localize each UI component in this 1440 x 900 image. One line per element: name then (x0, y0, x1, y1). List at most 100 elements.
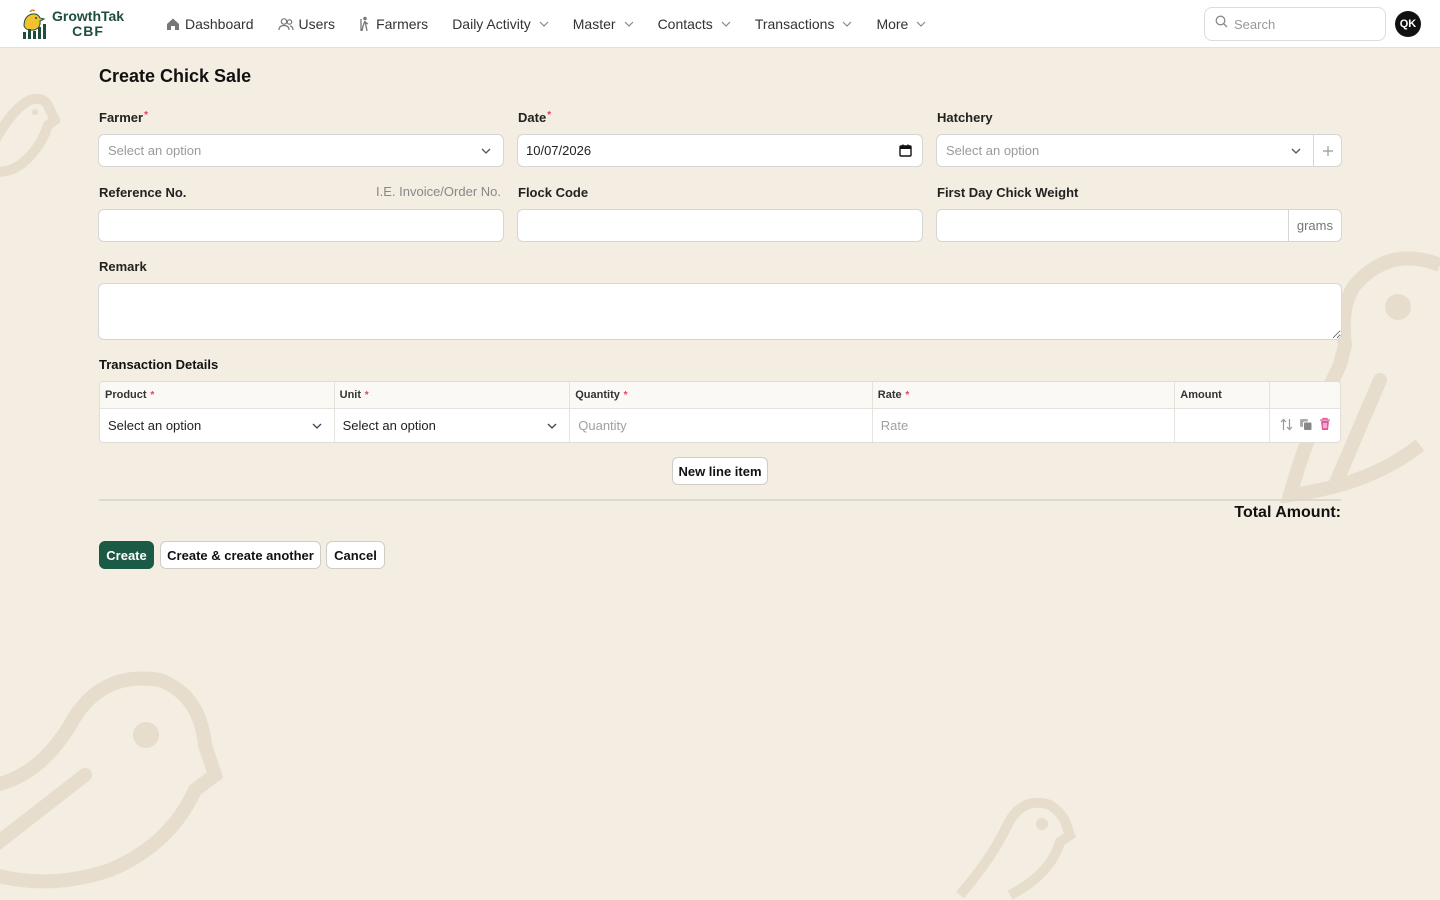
hatchery-label: Hatchery (937, 110, 993, 125)
unit-select[interactable]: Select an option (335, 409, 571, 442)
table-row: Select an option Select an option Quanti… (100, 409, 1340, 442)
nav-item-contacts[interactable]: Contacts (646, 8, 743, 40)
column-header-product: Product * (100, 382, 335, 408)
flock-code-label: Flock Code (518, 185, 589, 200)
column-label: Unit (339, 389, 362, 401)
chevron-down-icon (624, 21, 634, 27)
farmer-select-placeholder: Select an option (108, 143, 202, 158)
search-input[interactable] (1234, 16, 1374, 32)
chick-weight-input[interactable]: grams (936, 209, 1342, 242)
delete-icon[interactable] (1319, 417, 1331, 434)
background-bird-illustration (956, 797, 1077, 900)
background-bird-illustration (0, 671, 224, 889)
nav-item-label: Master (572, 15, 616, 32)
column-header-rate: Rate * (873, 382, 1176, 408)
column-header-amount: Amount (1175, 382, 1271, 408)
column-label: Quantity (575, 389, 620, 401)
column-header-actions (1270, 382, 1340, 408)
home-icon (166, 17, 180, 31)
new-line-item-button[interactable]: New line item (672, 457, 768, 485)
column-label: Amount (1180, 389, 1222, 401)
nav-item-label: Dashboard (185, 15, 254, 32)
remark-label: Remark (99, 259, 147, 274)
cancel-button[interactable]: Cancel (326, 541, 385, 569)
create-and-create-another-button[interactable]: Create & create another (160, 541, 321, 569)
required-indicator: * (547, 110, 552, 121)
page-title: Create Chick Sale (99, 66, 252, 86)
reference-label: Reference No. (99, 185, 187, 200)
quantity-placeholder: Quantity (578, 418, 627, 433)
rate-input[interactable]: Rate (873, 409, 1176, 442)
top-navigation-bar: GrowthTak CBF Dashboard Users Farmers Da… (0, 0, 1440, 48)
column-label: Rate (877, 389, 902, 401)
chevron-down-icon (916, 21, 926, 27)
brand-subtitle: CBF (72, 22, 104, 39)
total-divider (99, 499, 1341, 501)
reference-input[interactable] (98, 209, 504, 242)
date-label-text: Date (518, 110, 547, 125)
required-indicator: * (620, 389, 628, 401)
farmer-label: Farmer* (99, 110, 148, 125)
create-button[interactable]: Create (99, 541, 154, 569)
hatchery-select[interactable]: Select an option (936, 134, 1342, 167)
farmer-label-text: Farmer (99, 110, 144, 125)
nav-item-more[interactable]: More (864, 8, 938, 40)
flock-code-input[interactable] (517, 209, 923, 242)
rate-placeholder: Rate (880, 418, 909, 433)
search-icon (1215, 15, 1228, 33)
date-label: Date* (518, 110, 551, 125)
add-hatchery-button[interactable] (1313, 135, 1341, 166)
background-bird-illustration (0, 93, 60, 177)
global-search[interactable] (1204, 7, 1386, 41)
nav-item-label: Contacts (657, 15, 713, 32)
nav-item-transactions[interactable]: Transactions (743, 8, 865, 40)
table-header: Product * Unit * Quantity * Rate * Amoun… (100, 382, 1340, 409)
nav-item-label: Farmers (376, 15, 429, 32)
chevron-down-icon (721, 21, 731, 27)
amount-cell (1175, 409, 1271, 442)
quantity-input[interactable]: Quantity (570, 409, 873, 442)
product-select-value: Select an option (108, 418, 202, 433)
user-avatar[interactable]: QK (1395, 11, 1421, 37)
nav-item-farmers[interactable]: Farmers (347, 8, 440, 40)
chick-logo-icon (23, 8, 46, 39)
chevron-down-icon (535, 423, 569, 429)
nav-item-users[interactable]: Users (266, 8, 348, 40)
chevron-down-icon (1279, 148, 1313, 154)
chick-weight-label: First Day Chick Weight (937, 185, 1079, 200)
nav-item-label: Daily Activity (452, 15, 531, 32)
nav-item-daily-activity[interactable]: Daily Activity (440, 8, 561, 40)
required-indicator: * (147, 389, 155, 401)
date-value: 10/07/2026 (526, 143, 592, 158)
brand-name: GrowthTak (52, 7, 125, 24)
transaction-table: Product * Unit * Quantity * Rate * Amoun… (99, 381, 1341, 443)
date-field[interactable]: 10/07/2026 (517, 134, 923, 167)
chevron-down-icon (539, 21, 549, 27)
remark-textarea[interactable] (98, 283, 1342, 340)
required-indicator: * (902, 389, 910, 401)
farmer-select[interactable]: Select an option (98, 134, 504, 167)
nav-item-label: Transactions (754, 15, 835, 32)
duplicate-icon[interactable] (1299, 418, 1313, 434)
row-actions (1270, 409, 1340, 442)
nav-item-master[interactable]: Master (561, 8, 646, 40)
brand-logo[interactable]: GrowthTak CBF (20, 8, 140, 40)
chevron-down-icon (300, 423, 334, 429)
hatchery-select-placeholder: Select an option (946, 143, 1040, 158)
unit-select-value: Select an option (342, 418, 436, 433)
nav-item-label: Users (298, 15, 336, 32)
required-indicator: * (362, 389, 369, 401)
calendar-icon[interactable] (888, 144, 922, 157)
nav-item-dashboard[interactable]: Dashboard (154, 8, 266, 40)
column-header-unit: Unit * (335, 382, 571, 408)
column-label: Product (105, 389, 147, 401)
required-indicator: * (144, 110, 148, 121)
nav-item-label: More (876, 15, 909, 32)
plus-icon (1322, 145, 1333, 156)
product-select[interactable]: Select an option (100, 409, 335, 442)
reference-hint: I.E. Invoice/Order No. (376, 184, 501, 199)
users-icon (277, 17, 294, 31)
main-nav: Dashboard Users Farmers Daily Activity M… (154, 8, 938, 40)
reorder-icon[interactable] (1280, 418, 1293, 434)
column-header-quantity: Quantity * (570, 382, 873, 408)
